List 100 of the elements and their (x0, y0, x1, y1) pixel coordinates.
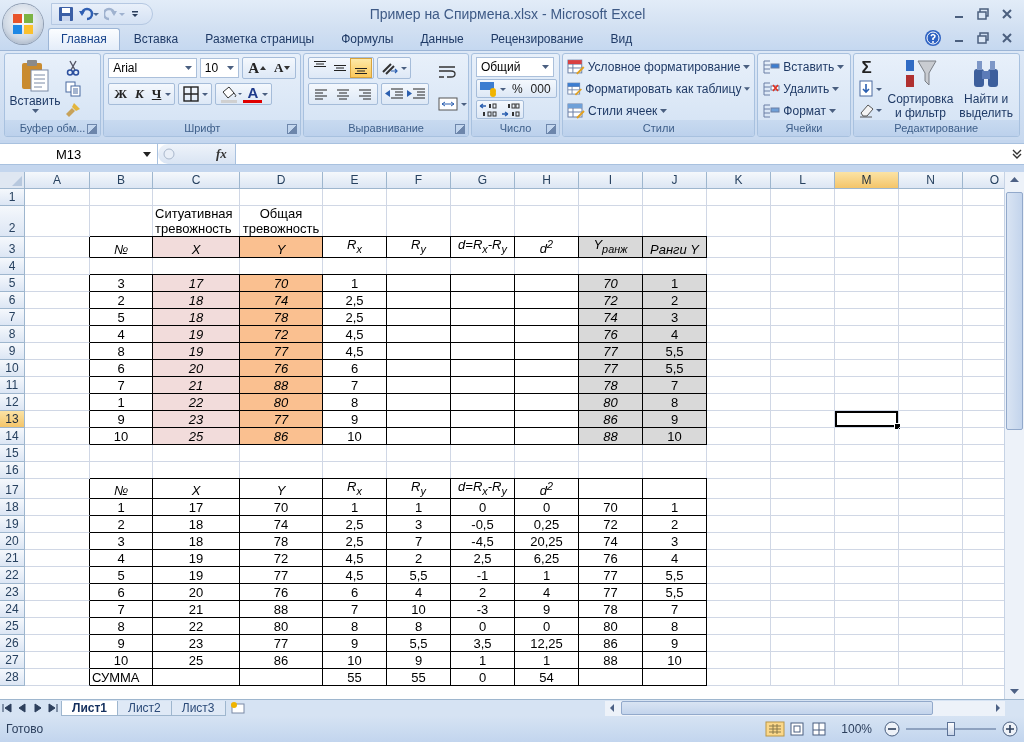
row-header[interactable]: 3 (0, 237, 25, 258)
column-header[interactable]: B (90, 172, 153, 189)
paste-button[interactable]: Вставить (9, 57, 61, 120)
font-size-field[interactable]: 10 (199, 58, 240, 78)
cell: 88 (240, 601, 323, 619)
help-icon[interactable] (924, 29, 942, 47)
italic-button[interactable]: К (131, 84, 148, 104)
insert-function-button[interactable]: fx (216, 146, 227, 162)
dialog-launcher-icon[interactable] (87, 124, 98, 134)
dialog-launcher-icon[interactable] (546, 124, 557, 134)
column-header[interactable]: C (153, 172, 240, 189)
cell: 18 (153, 533, 240, 551)
column-header[interactable]: D (240, 172, 323, 189)
column-header[interactable]: F (387, 172, 451, 189)
name-box[interactable]: M13 (0, 144, 158, 164)
restore-icon[interactable] (976, 7, 990, 21)
column-header[interactable]: N (899, 172, 963, 189)
sheet-tab[interactable]: Лист2 (117, 700, 172, 716)
caret-icon (184, 66, 192, 70)
styles-menu-button[interactable]: Форматировать как таблицу (567, 79, 751, 99)
sort-filter-button[interactable]: Сортировка и фильтр (887, 57, 954, 120)
row-header[interactable]: 28 (0, 669, 25, 687)
ribbon-tab[interactable]: Рецензирование (477, 28, 597, 50)
ribbon-tab[interactable]: Главная (48, 28, 120, 50)
shrink-font-button[interactable]: A (269, 58, 295, 78)
save-icon[interactable] (58, 6, 74, 22)
row-header[interactable]: 18 (0, 499, 25, 517)
column-header[interactable]: G (451, 172, 515, 189)
empty-cell (835, 567, 899, 585)
row-header[interactable]: 25 (0, 618, 25, 636)
column-header[interactable]: H (515, 172, 579, 189)
underline-button[interactable]: Ч (147, 84, 166, 104)
zoom-out-icon[interactable] (884, 721, 900, 738)
slider-thumb[interactable] (947, 722, 955, 737)
cut-icon[interactable] (65, 59, 81, 76)
find-select-button[interactable]: Найти и выделить (957, 57, 1015, 120)
ribbon-tab[interactable]: Вставка (120, 28, 192, 50)
decrease-decimal-icon[interactable] (499, 100, 522, 119)
currency-icon[interactable] (477, 79, 508, 98)
ribbon-tab[interactable]: Данные (407, 28, 477, 50)
selected-cell[interactable] (835, 410, 899, 428)
row-header[interactable]: 20 (0, 533, 25, 551)
restore-icon[interactable] (976, 31, 990, 45)
office-button[interactable] (3, 4, 43, 44)
cell: 8 (90, 618, 153, 636)
row-header[interactable]: 17 (0, 478, 25, 500)
column-header[interactable]: O (963, 172, 1004, 189)
row-header[interactable]: 1 (0, 189, 25, 206)
empty-cell (899, 652, 963, 670)
cell: 1 (515, 567, 579, 585)
column-header[interactable]: K (707, 172, 771, 189)
column-header[interactable]: E (323, 172, 387, 189)
grow-font-button[interactable]: A (244, 58, 270, 78)
ribbon-tab[interactable]: Вид (597, 28, 646, 50)
percent-button[interactable]: % (507, 79, 527, 98)
dialog-launcher-icon[interactable] (287, 124, 298, 134)
empty-cell (387, 444, 451, 462)
autosum-button[interactable]: Σ (857, 58, 876, 79)
row-header[interactable]: 23 (0, 584, 25, 602)
empty-cell (771, 635, 835, 653)
dialog-launcher-icon[interactable] (454, 124, 465, 134)
row-header[interactable]: 2 (0, 206, 25, 237)
styles-menu-button[interactable]: Условное форматирование (567, 58, 751, 77)
styles-menu-button[interactable]: Стили ячеек (567, 101, 751, 120)
row-header[interactable]: 24 (0, 601, 25, 619)
column-header[interactable]: M (835, 172, 899, 189)
thousands-button[interactable]: 000 (526, 79, 555, 98)
row-header[interactable]: 22 (0, 567, 25, 585)
cells-menu-button[interactable]: Формат (762, 101, 846, 120)
number-format-field[interactable]: Общий (475, 57, 554, 77)
row-header[interactable]: 19 (0, 516, 25, 534)
increase-decimal-icon[interactable] (477, 100, 500, 119)
cell: 17 (153, 499, 240, 517)
row-header[interactable]: 26 (0, 635, 25, 653)
sheet-tab[interactable]: Лист1 (61, 700, 119, 716)
column-header[interactable]: J (643, 172, 707, 189)
fill-down-icon[interactable] (857, 80, 884, 99)
horizontal-scrollbar[interactable] (605, 700, 1005, 716)
ribbon-tab[interactable]: Разметка страницы (192, 28, 328, 50)
cell: 10 (387, 601, 451, 619)
zoom-level[interactable]: 100% (841, 722, 872, 737)
column-header[interactable]: I (579, 172, 643, 189)
cell: 8 (643, 618, 707, 636)
cells-menu-button[interactable]: Вставить (762, 58, 846, 77)
align-bottom-button[interactable] (350, 58, 373, 78)
sheet-tab[interactable]: Лист3 (170, 700, 226, 716)
bold-button[interactable]: Ж (110, 84, 131, 104)
cells-menu-button[interactable]: Удалить (762, 79, 846, 99)
row-header[interactable]: 27 (0, 652, 25, 670)
vertical-scrollbar[interactable] (1004, 172, 1024, 700)
zoom-in-icon[interactable] (1002, 721, 1018, 738)
copy-icon[interactable] (65, 80, 81, 97)
ribbon-tab[interactable]: Формулы (328, 28, 407, 50)
column-header[interactable]: A (25, 172, 90, 189)
row-header[interactable]: 21 (0, 550, 25, 568)
undo-icon[interactable] (78, 6, 100, 22)
font-name-field[interactable]: Arial (108, 58, 197, 78)
close-icon[interactable] (1000, 31, 1014, 45)
column-header[interactable]: L (771, 172, 835, 189)
close-icon[interactable] (1000, 7, 1014, 21)
